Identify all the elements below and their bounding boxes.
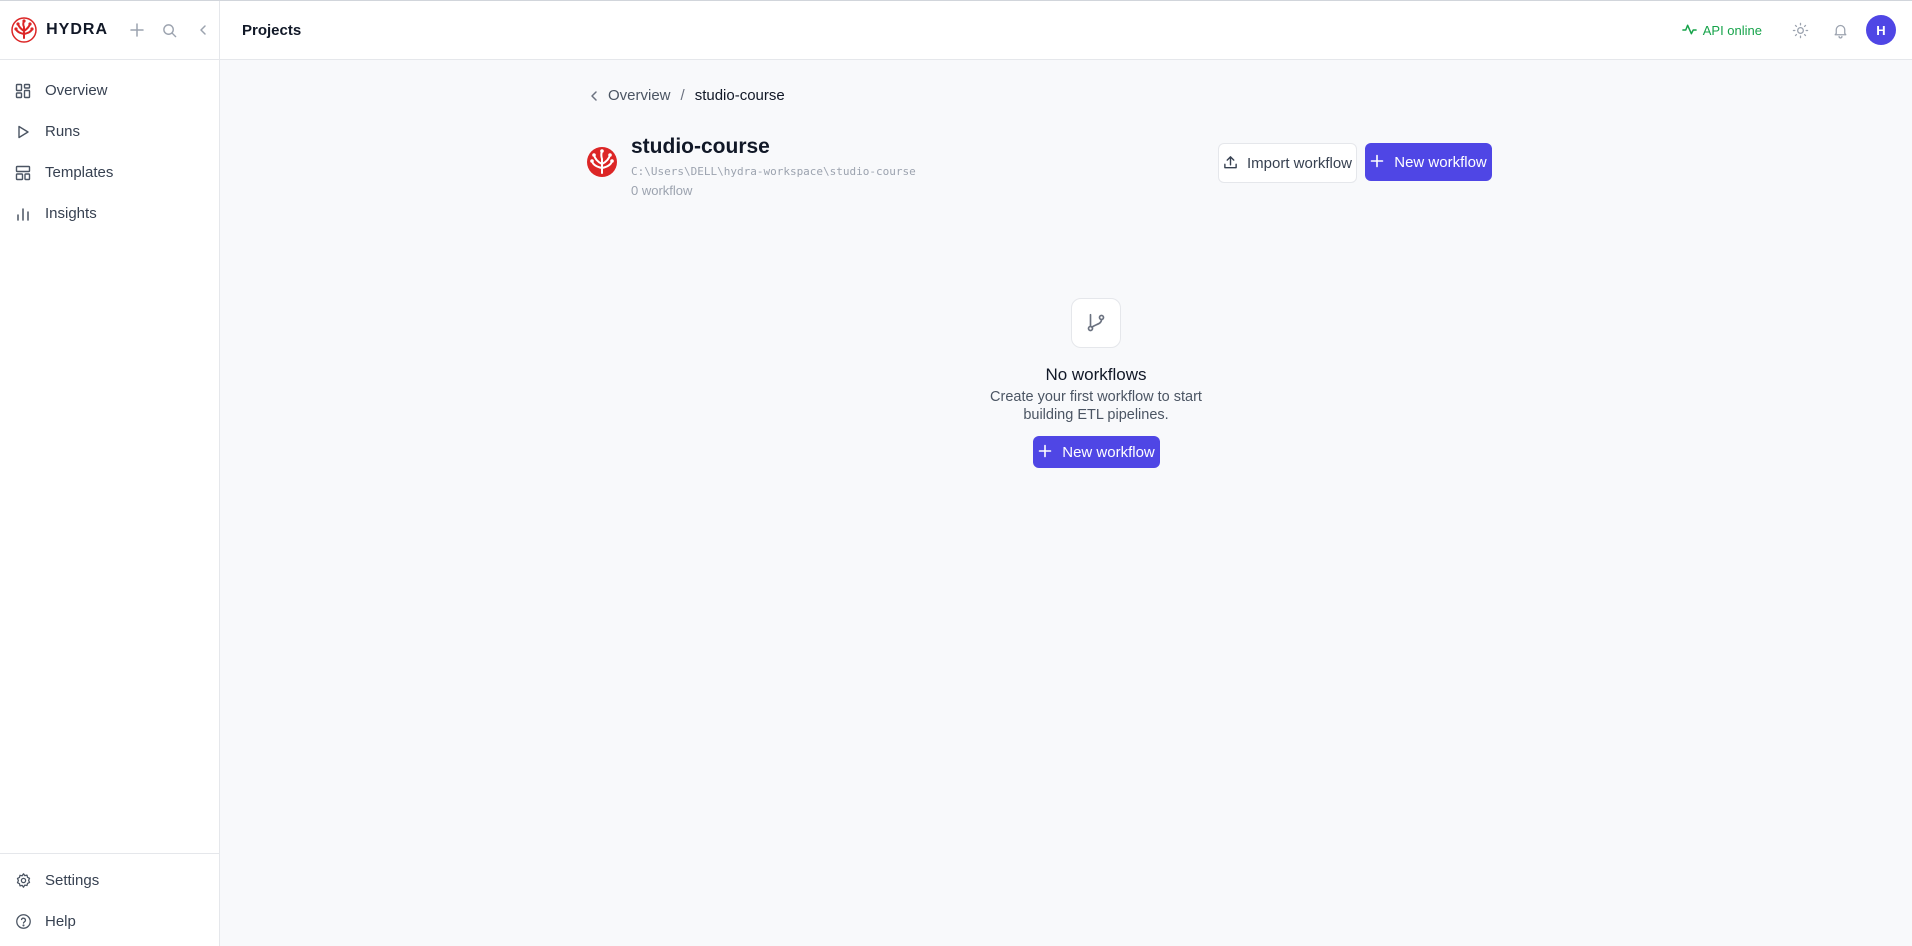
layout-dashboard-icon <box>14 82 32 100</box>
notifications-button[interactable] <box>1820 10 1860 50</box>
top-header: Projects API online H <box>220 1 1912 60</box>
sidebar-item-label: Overview <box>45 82 108 99</box>
sun-icon <box>1792 22 1808 38</box>
import-workflow-label: Import workflow <box>1246 154 1353 172</box>
sidebar-nav: Overview Runs Templates Insights <box>0 60 219 234</box>
sidebar-footer: Settings Help <box>0 853 219 946</box>
api-status-text: API online <box>1702 22 1762 38</box>
hydra-logo-icon[interactable] <box>11 16 37 44</box>
app-name: HYDRA <box>46 21 108 38</box>
project-path: C:\Users\DELL\hydra-workspace\studio-cou… <box>631 165 916 178</box>
sidebar-item-templates[interactable]: Templates <box>0 152 219 193</box>
layout-template-icon <box>14 164 32 182</box>
import-workflow-button[interactable]: Import workflow <box>1218 143 1357 183</box>
sidebar-item-label: Insights <box>45 205 97 222</box>
sidebar-item-overview[interactable]: Overview <box>0 70 219 111</box>
plus-icon[interactable] <box>120 15 153 45</box>
project-name: studio-course <box>631 135 770 158</box>
sidebar-item-insights[interactable]: Insights <box>0 193 219 234</box>
breadcrumb: Overview / studio-course <box>588 87 785 104</box>
brand-bar: HYDRA <box>0 1 219 60</box>
play-icon <box>14 123 32 141</box>
git-branch-icon <box>1071 298 1121 348</box>
workflow-count: 0 workflow <box>631 183 693 198</box>
breadcrumb-current: studio-course <box>694 87 785 104</box>
plus-icon <box>1370 154 1386 170</box>
api-status-indicator[interactable]: API online <box>1681 22 1762 38</box>
sidebar: HYDRA Overview Runs Templates Insights S… <box>0 1 220 946</box>
bell-icon <box>1834 24 1846 39</box>
empty-state-description: Create your first workflow to start buil… <box>990 389 1202 423</box>
project-logo-icon <box>586 146 618 178</box>
chevron-left-icon[interactable] <box>588 89 602 103</box>
page-title: Projects <box>242 21 302 39</box>
collapse-sidebar-icon[interactable] <box>186 15 219 45</box>
sidebar-item-help[interactable]: Help <box>0 901 219 942</box>
plus-icon <box>1038 444 1054 460</box>
new-workflow-label: New workflow <box>1394 153 1487 171</box>
sidebar-item-settings[interactable]: Settings <box>0 860 219 901</box>
avatar[interactable]: H <box>1866 15 1896 45</box>
empty-state-new-workflow-label: New workflow <box>1062 443 1155 461</box>
activity-icon <box>1681 22 1698 38</box>
main-content: Overview / studio-course studio-course C… <box>220 61 1912 946</box>
empty-state-title: No workflows <box>1045 365 1147 384</box>
new-workflow-button[interactable]: New workflow <box>1365 143 1492 181</box>
sidebar-item-runs[interactable]: Runs <box>0 111 219 152</box>
bar-chart-icon <box>14 205 32 223</box>
empty-state-new-workflow-button[interactable]: New workflow <box>1033 436 1160 468</box>
theme-toggle-button[interactable] <box>1780 10 1820 50</box>
help-circle-icon <box>14 913 32 931</box>
sidebar-item-label: Settings <box>45 872 100 889</box>
sidebar-item-label: Runs <box>45 123 81 140</box>
sidebar-item-label: Templates <box>45 164 114 181</box>
sidebar-item-label: Help <box>45 913 76 930</box>
gear-icon <box>14 872 32 890</box>
search-icon[interactable] <box>153 15 186 45</box>
breadcrumb-separator: / <box>680 87 685 104</box>
upload-icon <box>1223 155 1239 171</box>
breadcrumb-overview-link[interactable]: Overview <box>608 87 671 104</box>
